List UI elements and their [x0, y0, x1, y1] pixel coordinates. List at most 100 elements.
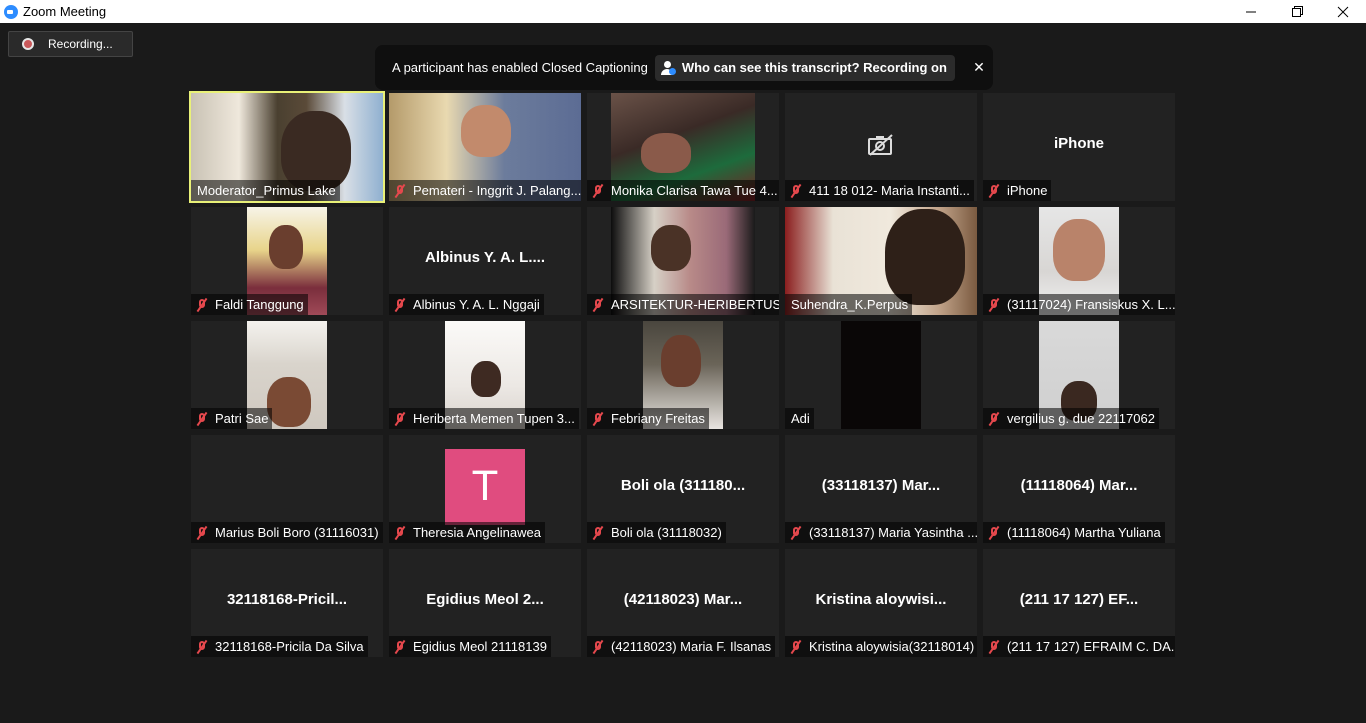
participant-name: (11118064) Martha Yuliana — [1007, 525, 1161, 540]
window-controls — [1228, 0, 1366, 23]
participant-name-caption: Adi — [785, 408, 814, 429]
participant-name-caption: Theresia Angelinawea — [389, 522, 545, 543]
participant-tile[interactable]: Suhendra_K.Perpus — [785, 207, 977, 315]
mic-muted-icon — [393, 411, 407, 426]
captions-message: A participant has enabled Closed Caption… — [392, 60, 648, 75]
mic-muted-icon — [987, 183, 1001, 198]
participant-name: 411 18 012- Maria Instanti... — [809, 183, 970, 198]
mic-muted-icon — [591, 297, 605, 312]
participant-name: Monika Clarisa Tawa Tue 4... — [611, 183, 778, 198]
transcript-visibility-label: Who can see this transcript? Recording o… — [681, 60, 947, 75]
participant-tile[interactable]: (11118064) Mar... (11118064) Martha Yulia… — [983, 435, 1175, 543]
participant-tile[interactable]: Kristina aloywisi... Kristina aloywisia(3… — [785, 549, 977, 657]
participant-name: Theresia Angelinawea — [413, 525, 541, 540]
minimize-button[interactable] — [1228, 0, 1274, 23]
participant-display-name: (42118023) Mar... — [623, 591, 743, 608]
participant-tile[interactable]: 32118168-Pricil... 32118168-Pricila Da Si… — [191, 549, 383, 657]
mic-muted-icon — [591, 639, 605, 654]
restore-icon — [1291, 6, 1303, 17]
participant-tile[interactable]: Monika Clarisa Tawa Tue 4... — [587, 93, 779, 201]
mic-muted-icon — [195, 297, 209, 312]
participant-name-caption: (11118064) Martha Yuliana — [983, 522, 1165, 543]
participant-display-name: (33118137) Mar... — [821, 477, 941, 494]
participant-name: Patri Sae — [215, 411, 269, 426]
participant-name: (33118137) Maria Yasintha ... — [809, 525, 977, 540]
participant-tile[interactable]: (31117024) Fransiskus X. L... — [983, 207, 1175, 315]
close-window-button[interactable] — [1320, 0, 1366, 23]
participant-tile[interactable]: ARSITEKTUR-HERIBERTUS ... — [587, 207, 779, 315]
participant-name: Heriberta Memen Tupen 3... — [413, 411, 575, 426]
participant-name-caption: Kristina aloywisia(32118014) — [785, 636, 977, 657]
participant-tile[interactable]: Albinus Y. A. L.... Albinus Y. A. L. Ngga… — [389, 207, 581, 315]
mic-muted-icon — [195, 525, 209, 540]
participant-tile[interactable]: Pemateri - Inggrit J. Palang... — [389, 93, 581, 201]
camera-off-icon — [868, 134, 893, 156]
participant-tile[interactable]: T Theresia Angelinawea — [389, 435, 581, 543]
mic-muted-icon — [393, 639, 407, 654]
window-title: Zoom Meeting — [23, 4, 107, 19]
participant-tile[interactable]: (42118023) Mar... (42118023) Maria F. Ils… — [587, 549, 779, 657]
participant-name: (211 17 127) EFRAIM C. DA... — [1007, 639, 1175, 654]
meeting-stage: Recording... A participant has enabled C… — [0, 23, 1366, 723]
zoom-app-icon — [4, 4, 18, 19]
recording-indicator[interactable]: Recording... — [8, 31, 133, 57]
transcript-visibility-button[interactable]: Who can see this transcript? Recording o… — [654, 54, 955, 81]
participant-tile[interactable]: 411 18 012- Maria Instanti... — [785, 93, 977, 201]
participant-tile[interactable]: (211 17 127) EF... (211 17 127) EFRAIM C.… — [983, 549, 1175, 657]
mic-muted-icon — [987, 297, 1001, 312]
participant-tile[interactable]: Boli ola (311180... Boli ola (31118032) — [587, 435, 779, 543]
participant-display-name: Albinus Y. A. L.... — [424, 249, 545, 266]
participant-name: Adi — [791, 411, 810, 426]
participant-name-caption: Marius Boli Boro (31116031) — [191, 522, 383, 543]
mic-muted-icon — [195, 639, 209, 654]
close-banner-button[interactable]: ✕ — [969, 59, 989, 76]
participant-tile[interactable]: Adi — [785, 321, 977, 429]
participant-name-caption: Patri Sae — [191, 408, 273, 429]
participant-display-name: Egidius Meol 2... — [426, 591, 544, 608]
record-icon — [22, 38, 34, 50]
participant-tile[interactable]: iPhone iPhone — [983, 93, 1175, 201]
participant-tile[interactable]: Egidius Meol 2... Egidius Meol 21118139 — [389, 549, 581, 657]
participant-tile[interactable]: Heriberta Memen Tupen 3... — [389, 321, 581, 429]
mic-muted-icon — [195, 411, 209, 426]
participant-display-name: Kristina aloywisi... — [815, 591, 947, 608]
window-titlebar: Zoom Meeting — [0, 0, 1366, 23]
participant-name: Suhendra_K.Perpus — [791, 297, 909, 312]
participant-tile[interactable]: (33118137) Mar... (33118137) Maria Yasint… — [785, 435, 977, 543]
participant-name-caption: 411 18 012- Maria Instanti... — [785, 180, 974, 201]
participant-name-caption: Faldi Tanggung — [191, 294, 308, 315]
participant-name: Faldi Tanggung — [215, 297, 304, 312]
participant-name-caption: (33118137) Maria Yasintha ... — [785, 522, 977, 543]
participant-tile[interactable]: Patri Sae — [191, 321, 383, 429]
participant-name-caption: (31117024) Fransiskus X. L... — [983, 294, 1175, 315]
participant-name-caption: Monika Clarisa Tawa Tue 4... — [587, 180, 779, 201]
mic-muted-icon — [987, 411, 1001, 426]
participant-name: Egidius Meol 21118139 — [413, 639, 547, 654]
avatar: T — [445, 449, 525, 525]
participant-name: (42118023) Maria F. Ilsanas — [611, 639, 772, 654]
participant-tile[interactable]: vergilius g. due 22117062 — [983, 321, 1175, 429]
participant-name-caption: 32118168-Pricila Da Silva — [191, 636, 368, 657]
participant-name-caption: Moderator_Primus Lake — [191, 180, 340, 201]
participant-name-caption: Egidius Meol 21118139 — [389, 636, 551, 657]
participant-display-name: (11118064) Mar... — [1020, 477, 1138, 494]
participant-name: Albinus Y. A. L. Nggaji — [413, 297, 540, 312]
participant-tile[interactable]: Marius Boli Boro (31116031) — [191, 435, 383, 543]
participant-tile[interactable]: Faldi Tanggung — [191, 207, 383, 315]
participant-tile[interactable]: Moderator_Primus Lake — [189, 91, 385, 203]
captions-notification: A participant has enabled Closed Caption… — [375, 45, 993, 90]
participant-name-caption: Boli ola (31118032) — [587, 522, 726, 543]
participant-name: Boli ola (31118032) — [611, 525, 722, 540]
participant-name-caption: Febriany Freitas — [587, 408, 709, 429]
participant-name-caption: Suhendra_K.Perpus — [785, 294, 913, 315]
participant-display-name: Boli ola (311180... — [620, 477, 746, 494]
mic-muted-icon — [591, 525, 605, 540]
participant-name-caption: vergilius g. due 22117062 — [983, 408, 1159, 429]
restore-button[interactable] — [1274, 0, 1320, 23]
participant-tile[interactable]: Febriany Freitas — [587, 321, 779, 429]
participant-name: (31117024) Fransiskus X. L... — [1007, 297, 1175, 312]
mic-muted-icon — [393, 183, 407, 198]
participant-name: Kristina aloywisia(32118014) — [809, 639, 975, 654]
mic-muted-icon — [789, 525, 803, 540]
mic-muted-icon — [591, 183, 605, 198]
